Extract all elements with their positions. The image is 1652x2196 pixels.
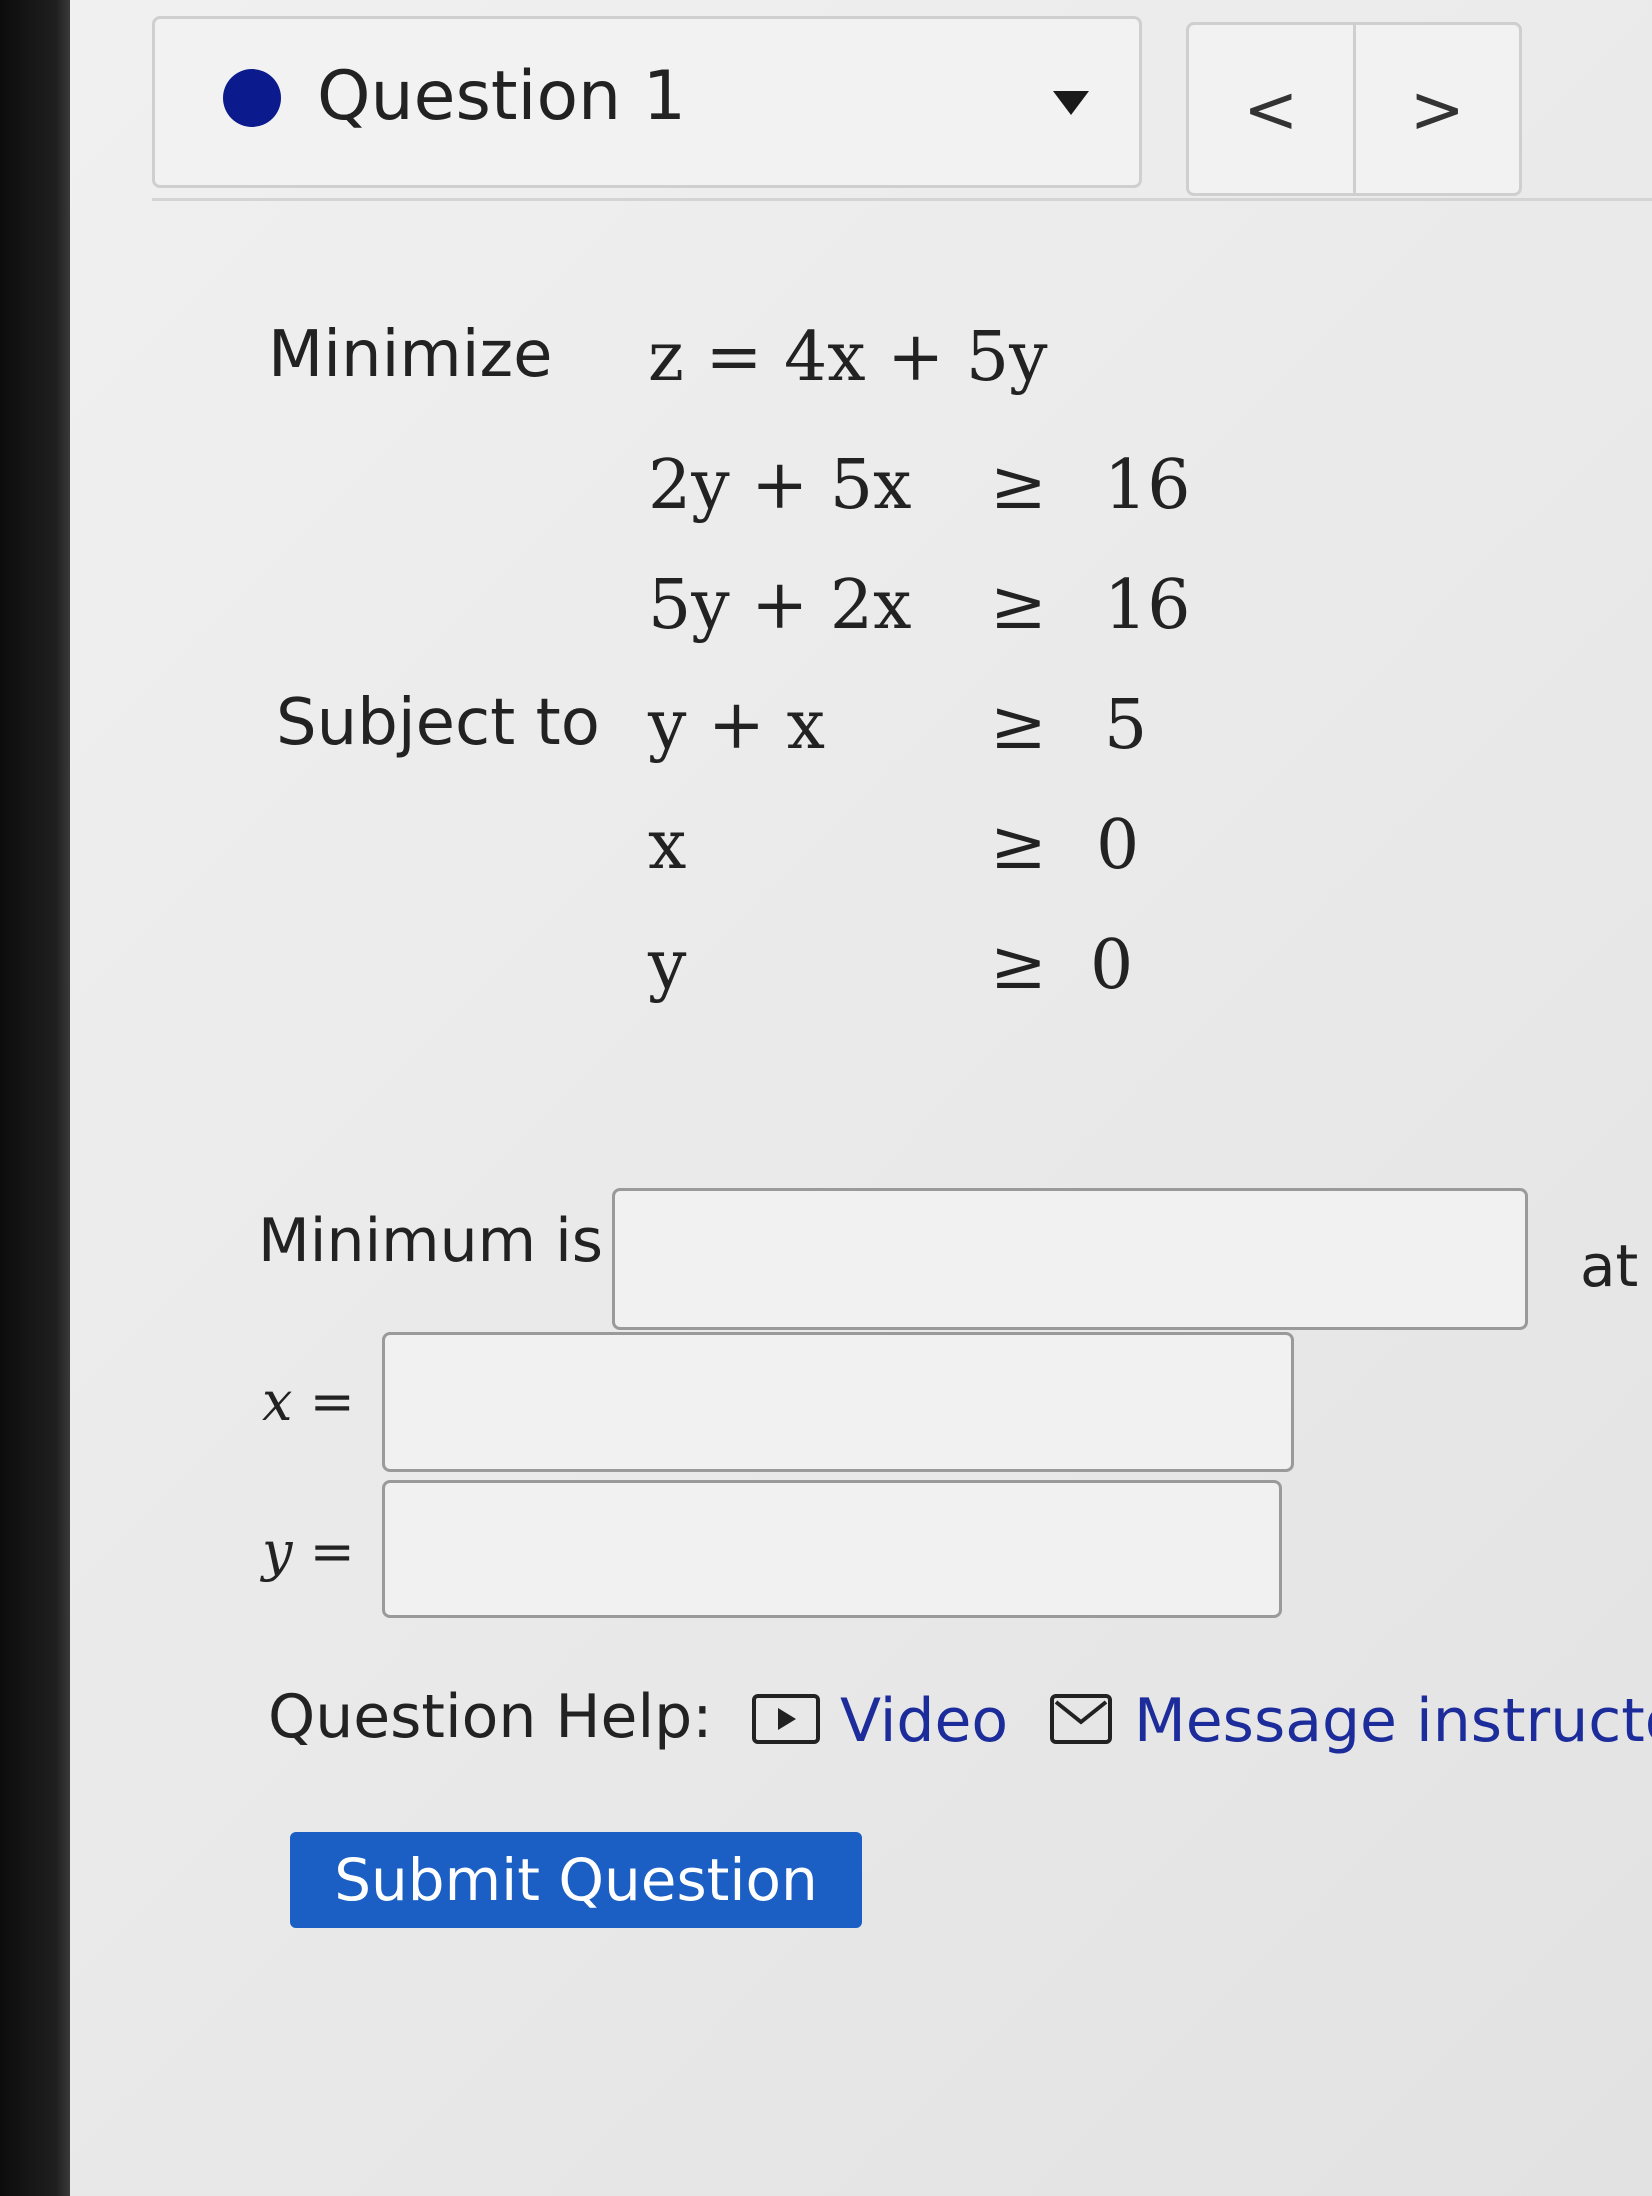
y-label: y = — [262, 1520, 355, 1583]
constraint-rel-2: ≥ — [990, 566, 1047, 645]
constraint-rel-3: ≥ — [990, 686, 1047, 765]
constraint-rhs-2: 16 — [1104, 566, 1191, 645]
constraint-rhs-1: 16 — [1104, 446, 1191, 525]
header-divider — [152, 198, 1652, 201]
y-input[interactable] — [382, 1480, 1282, 1618]
mail-icon[interactable] — [1050, 1694, 1112, 1744]
question-selector[interactable]: Question 1 — [152, 16, 1142, 188]
objective-function: z = 4x + 5y — [648, 318, 1048, 397]
next-question-button[interactable]: > — [1356, 25, 1520, 193]
previous-question-button[interactable]: < — [1189, 25, 1356, 193]
constraint-rel-1: ≥ — [990, 446, 1047, 525]
minimum-input[interactable] — [612, 1188, 1528, 1330]
constraint-lhs-2: 5y + 2x — [648, 566, 912, 645]
subject-to-label: Subject to — [276, 686, 600, 760]
question-help-label: Question Help: — [268, 1682, 713, 1752]
constraint-lhs-1: 2y + 5x — [648, 446, 912, 525]
constraint-rel-5: ≥ — [990, 926, 1047, 1005]
video-link[interactable]: Video — [840, 1686, 1008, 1756]
constraint-rhs-5: 0 — [1090, 926, 1134, 1005]
constraint-rhs-4: 0 — [1096, 806, 1140, 885]
constraint-lhs-4: x — [648, 806, 687, 885]
constraint-rhs-3: 5 — [1104, 686, 1148, 765]
caret-down-icon[interactable] — [1053, 91, 1089, 115]
at-label: at — [1580, 1232, 1639, 1300]
x-input[interactable] — [382, 1332, 1294, 1472]
video-icon[interactable] — [752, 1694, 820, 1744]
message-instructor-link[interactable]: Message instructor — [1134, 1686, 1652, 1756]
question-title: Question 1 — [317, 57, 687, 136]
constraint-rel-4: ≥ — [990, 806, 1047, 885]
minimum-label: Minimum is — [258, 1206, 604, 1276]
question-nav: < > — [1186, 22, 1522, 196]
submit-question-button[interactable]: Submit Question — [290, 1832, 862, 1928]
x-label: x = — [262, 1370, 355, 1433]
minimize-label: Minimize — [268, 318, 553, 392]
constraint-lhs-5: y — [648, 926, 687, 1005]
monitor-bezel — [0, 0, 70, 2196]
constraint-lhs-3: y + x — [648, 686, 825, 765]
status-dot-icon — [223, 69, 281, 127]
